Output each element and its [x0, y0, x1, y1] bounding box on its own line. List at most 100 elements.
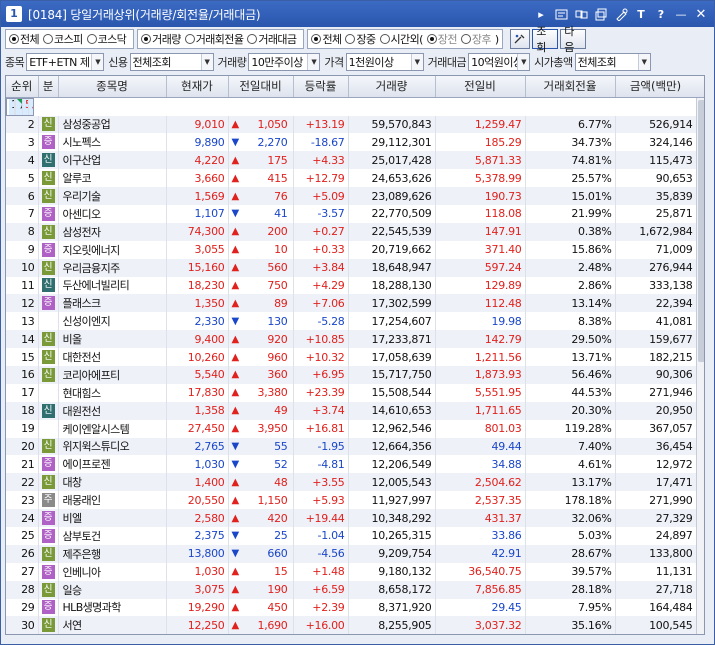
column-header[interactable]: 금액(백만) — [615, 76, 697, 98]
stock-name-cell[interactable]: 시노펙스 — [58, 133, 167, 152]
table-row[interactable]: 18 신 대원전선 1,358 ▲ 49 +3.74 14,610,653 1,711.65 20… — [6, 401, 697, 420]
after-market-radio[interactable]: 장후 — [460, 31, 491, 47]
price-select[interactable]: 1천원이상 ▼ — [345, 53, 424, 71]
font-size-icon[interactable]: T — [632, 5, 650, 23]
table-row[interactable]: 9 증 지오릿에너지 3,055 ▲ 10 +0.33 20,719,662 371.40 15.… — [6, 240, 697, 259]
stock-name-cell[interactable]: 에이프로젠 — [58, 455, 167, 474]
stock-name-cell[interactable]: 래몽래인 — [58, 491, 167, 510]
stock-name-cell[interactable]: 대창 — [58, 473, 167, 492]
copy-icon[interactable] — [592, 5, 610, 23]
table-row[interactable]: 27 증 인베니아 1,030 ▲ 15 +1.48 9,180,132 36,540.75 39… — [6, 562, 697, 581]
stock-select[interactable]: ETF+ETN 제 ▼ — [26, 53, 105, 71]
search-button[interactable]: 조회 — [532, 25, 559, 54]
stock-name-cell[interactable]: 서연 — [58, 616, 167, 634]
column-header[interactable]: 현재가 — [166, 76, 229, 98]
next-button[interactable]: 다음 — [560, 25, 587, 54]
column-header[interactable]: 거래량 — [348, 76, 436, 98]
condition-icon[interactable] — [510, 29, 531, 49]
table-row[interactable]: 1경씨씨에스5,600▲520+10.2473,985,073242.15132… — [6, 97, 34, 116]
stock-name-cell[interactable]: 삼성중공업 — [58, 115, 167, 134]
credit-select[interactable]: 전체조회 ▼ — [129, 53, 214, 71]
table-row[interactable]: 29 증 HLB생명과학 19,290 ▲ 450 +2.39 8,371,920 29.45 7… — [6, 598, 697, 617]
settings-icon[interactable] — [612, 5, 630, 23]
table-row[interactable]: 8 신 삼성전자 74,300 ▲ 200 +0.27 22,545,539 147.91 0.3… — [6, 222, 697, 241]
stock-name-cell[interactable]: 플래스크 — [58, 294, 167, 313]
column-header[interactable]: 등락률 — [293, 76, 349, 98]
before-market-radio[interactable]: 장전 — [426, 31, 457, 47]
table-row[interactable]: 12 증 플래스크 1,350 ▲ 89 +7.06 17,302,599 112.48 13.1… — [6, 294, 697, 313]
table-row[interactable]: 13 신성이엔지 2,330 ▼ 130 -5.28 17,254,607 19.98 8.38… — [6, 312, 697, 331]
stock-name-cell[interactable]: 두산에너빌리티 — [58, 276, 167, 295]
table-row[interactable]: 17 현대힘스 17,830 ▲ 3,380 +23.39 15,508,544 5,551.… — [6, 383, 697, 402]
market-kosdaq-radio[interactable]: 코스닥 — [86, 31, 127, 47]
stock-name-cell[interactable]: 대원전선 — [58, 401, 167, 420]
table-row[interactable]: 21 증 에이프로젠 1,030 ▼ 52 -4.81 12,206,549 34.88 4.61… — [6, 455, 697, 474]
session-all-radio[interactable]: 전체 — [311, 31, 342, 47]
table-row[interactable]: 28 신 일승 3,075 ▲ 190 +6.59 8,658,172 7,856.85 28.1… — [6, 580, 697, 599]
table-row[interactable]: 5 신 알루코 3,660 ▲ 415 +12.79 24,653,626 5,378.99 25… — [6, 169, 697, 188]
stock-name-cell[interactable]: 이구산업 — [58, 151, 167, 170]
stock-name-cell[interactable]: 지오릿에너지 — [58, 240, 167, 259]
stock-name-cell[interactable]: 비올 — [58, 330, 167, 349]
table-row[interactable]: 30 신 서연 12,250 ▲ 1,690 +16.00 8,255,905 3,037.32… — [6, 616, 697, 634]
vertical-scrollbar[interactable] — [696, 98, 704, 634]
column-header[interactable]: 종목명 — [58, 76, 167, 98]
table-row[interactable]: 3 증 시노펙스 9,890 ▼ 2,270 -18.67 29,112,301 185.29 3… — [6, 133, 697, 152]
screen-icon[interactable] — [552, 5, 570, 23]
session-intraday-radio[interactable]: 장중 — [345, 31, 376, 47]
amount-select[interactable]: 10억원이상 ▼ — [468, 53, 531, 71]
stock-name-cell[interactable]: 인베니아 — [58, 562, 167, 581]
table-row[interactable]: 26 신 제주은행 13,800 ▼ 660 -4.56 9,209,754 42.91 28.6… — [6, 544, 697, 563]
table-row[interactable]: 16 신 코리아에프티 5,540 ▲ 360 +6.95 15,717,750 1,873.9… — [6, 365, 697, 384]
minimize-icon[interactable]: — — [672, 5, 690, 23]
table-row[interactable]: 2 신 삼성중공업 9,010 ▲ 1,050 +13.19 59,570,843 1,259.… — [6, 115, 697, 134]
table-row[interactable]: 6 신 우리기술 1,569 ▲ 76 +5.09 23,089,626 190.73 15.01… — [6, 187, 697, 205]
table-row[interactable]: 23 주 래몽래인 20,550 ▲ 1,150 +5.93 11,927,997 2,537.… — [6, 491, 697, 510]
help-icon[interactable]: ? — [652, 5, 670, 23]
table-row[interactable]: 20 신 위지윅스튜디오 2,765 ▼ 55 -1.95 12,664,356 49.44 7.… — [6, 437, 697, 456]
column-header[interactable]: 전일비 — [435, 76, 526, 98]
table-row[interactable]: 7 증 아센디오 1,107 ▼ 41 -3.57 22,770,509 118.08 21.99… — [6, 204, 697, 223]
cap-select[interactable]: 전체조회 ▼ — [574, 53, 651, 71]
session-afterhours-radio[interactable]: 시간외( — [379, 31, 423, 47]
scrollbar-thumb[interactable] — [698, 100, 704, 362]
arrow-right-icon[interactable]: ▸ — [532, 5, 550, 23]
close-icon[interactable]: ✕ — [692, 5, 710, 23]
stock-name-cell[interactable]: 일승 — [58, 580, 167, 599]
sort-volume-radio[interactable]: 거래량 — [141, 31, 181, 47]
stock-name-cell[interactable]: 신성이엔지 — [58, 312, 167, 331]
column-header[interactable]: 전일대비 — [228, 76, 294, 98]
table-row[interactable]: 19 케이엔알시스템 27,450 ▲ 3,950 +16.81 12,962,546 801… — [6, 419, 697, 438]
stock-name-cell[interactable]: 비엘 — [58, 509, 167, 527]
table-row[interactable]: 10 신 우리금융지주 15,160 ▲ 560 +3.84 18,648,947 597.24… — [6, 258, 697, 277]
column-header[interactable]: 순위 — [6, 76, 39, 98]
table-row[interactable]: 22 신 대창 1,400 ▲ 48 +3.55 12,005,543 2,504.62 13.1… — [6, 473, 697, 492]
table-row[interactable]: 14 신 비올 9,400 ▲ 920 +10.85 17,233,871 142.79 29.5… — [6, 330, 697, 349]
stock-name-cell[interactable]: 위지윅스튜디오 — [58, 437, 167, 456]
market-kospi-radio[interactable]: 코스피 — [43, 31, 83, 47]
stock-name-cell[interactable]: 씨씨에스 — [16, 98, 23, 115]
stock-name-cell[interactable]: HLB생명과학 — [58, 598, 167, 617]
table-row[interactable]: 25 증 삼부토건 2,375 ▼ 25 -1.04 10,265,315 33.86 5.03%… — [6, 526, 697, 545]
link-icon[interactable] — [572, 5, 590, 23]
stock-name-cell[interactable]: 코리아에프티 — [58, 365, 167, 384]
stock-name-cell[interactable]: 삼성전자 — [58, 222, 167, 241]
table-row[interactable]: 11 신 두산에너빌리티 18,230 ▲ 750 +4.29 18,288,130 129.8… — [6, 276, 697, 295]
stock-name-cell[interactable]: 삼부토건 — [58, 526, 167, 545]
stock-name-cell[interactable]: 대한전선 — [58, 348, 167, 366]
stock-name-cell[interactable]: 아센디오 — [58, 204, 167, 223]
market-all-radio[interactable]: 전체 — [9, 31, 40, 47]
table-row[interactable]: 15 신 대한전선 10,260 ▲ 960 +10.32 17,058,639 1,211.5… — [6, 348, 697, 366]
stock-name-cell[interactable]: 우리기술 — [58, 187, 167, 205]
table-row[interactable]: 24 증 비엘 2,580 ▲ 420 +19.44 10,348,292 431.37 32.0… — [6, 509, 697, 527]
table-row[interactable]: 4 신 이구산업 4,220 ▲ 175 +4.33 25,017,428 5,871.33 74… — [6, 151, 697, 170]
sort-amount-radio[interactable]: 거래대금 — [247, 31, 297, 47]
stock-name-cell[interactable]: 알루코 — [58, 169, 167, 188]
ranking-grid[interactable]: 순위분종목명현재가전일대비등락률거래량전일비거래회전율금액(백만) 1경씨씨에스… — [5, 75, 705, 635]
stock-name-cell[interactable]: 현대힘스 — [58, 383, 167, 402]
stock-name-cell[interactable]: 케이엔알시스템 — [58, 419, 167, 438]
stock-name-cell[interactable]: 제주은행 — [58, 544, 167, 563]
sort-turnover-radio[interactable]: 거래회전율 — [184, 31, 244, 47]
stock-name-cell[interactable]: 우리금융지주 — [58, 258, 167, 277]
column-header[interactable]: 분 — [38, 76, 59, 98]
